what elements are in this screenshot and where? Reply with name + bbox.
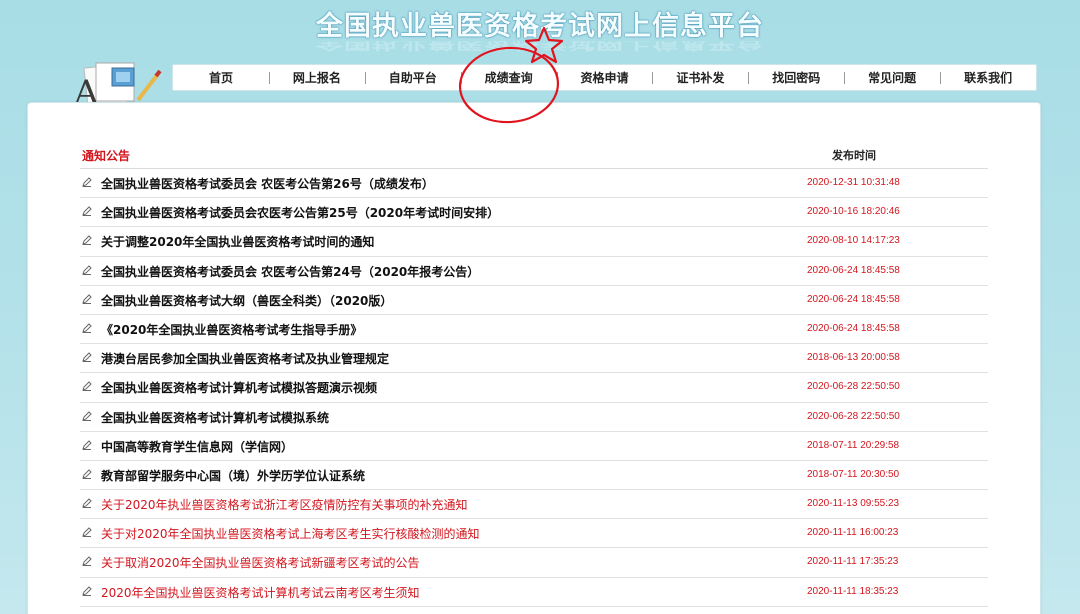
notice-title[interactable]: 中国高等教育学生信息网（学信网） xyxy=(101,438,293,455)
notice-list: 全国执业兽医资格考试委员会 农医考公告第26号（成绩发布） 2020-12-31… xyxy=(80,169,988,607)
notice-date: 2020-11-11 18:35:23 xyxy=(807,585,899,597)
nav-home[interactable]: 首页 xyxy=(173,65,269,90)
notice-title[interactable]: 全国执业兽医资格考试计算机考试模拟答题演示视频 xyxy=(101,379,377,396)
pencil-icon xyxy=(82,206,92,217)
notice-row[interactable]: 教育部留学服务中心国（境）外学历学位认证系统 2018-07-11 20:30:… xyxy=(80,461,988,491)
nav-score-query[interactable]: 成绩查询 xyxy=(460,65,557,90)
notice-row[interactable]: 中国高等教育学生信息网（学信网） 2018-07-11 20:29:58 xyxy=(80,432,988,461)
notice-date: 2020-06-24 18:45:58 xyxy=(807,322,900,334)
notice-row[interactable]: 《2020年全国执业兽医资格考试考生指导手册》 2020-06-24 18:45… xyxy=(80,315,988,345)
nav-self-service[interactable]: 自助平台 xyxy=(364,65,461,90)
notice-title[interactable]: 全国执业兽医资格考试计算机考试模拟系统 xyxy=(101,409,329,426)
notice-row[interactable]: 港澳台居民参加全国执业兽医资格考试及执业管理规定 2018-06-13 20:0… xyxy=(80,344,988,374)
notice-heading: 通知公告 xyxy=(82,149,131,163)
pencil-icon xyxy=(82,527,92,538)
notice-title[interactable]: 《2020年全国执业兽医资格考试考生指导手册》 xyxy=(101,321,362,338)
pencil-icon xyxy=(82,294,92,304)
notice-title[interactable]: 全国执业兽医资格考试委员会 农医考公告第24号（2020年报考公告） xyxy=(101,263,479,280)
notice-title[interactable]: 全国执业兽医资格考试大纲（兽医全科类）（2020版） xyxy=(101,292,392,309)
pencil-icon xyxy=(82,556,92,567)
notice-row[interactable]: 全国执业兽医资格考试委员会 农医考公告第26号（成绩发布） 2020-12-31… xyxy=(80,169,988,199)
notice-date: 2020-06-24 18:45:58 xyxy=(807,293,900,305)
pencil-icon xyxy=(82,381,92,392)
notice-title[interactable]: 关于调整2020年全国执业兽医资格考试时间的通知 xyxy=(101,233,374,250)
notice-table-header: 通知公告 发布时间 xyxy=(80,144,988,169)
pencil-icon xyxy=(82,469,92,479)
notice-row[interactable]: 关于对2020年全国执业兽医资格考试上海考区考生实行核酸检测的通知 2020-1… xyxy=(80,519,988,549)
notice-title[interactable]: 关于2020年执业兽医资格考试浙江考区疫情防控有关事项的补充通知 xyxy=(101,496,468,513)
pencil-icon xyxy=(82,439,92,450)
notice-title[interactable]: 全国执业兽医资格考试委员会农医考公告第25号（2020年考试时间安排） xyxy=(101,204,499,221)
notice-date: 2020-10-16 18:20:46 xyxy=(807,206,900,218)
notice-title[interactable]: 港澳台居民参加全国执业兽医资格考试及执业管理规定 xyxy=(101,350,389,367)
nav-retrieve-password[interactable]: 找回密码 xyxy=(748,65,844,90)
notice-title[interactable]: 关于对2020年全国执业兽医资格考试上海考区考生实行核酸检测的通知 xyxy=(101,525,480,542)
notice-date: 2020-11-11 17:35:23 xyxy=(807,556,899,568)
nav-contact[interactable]: 联系我们 xyxy=(940,65,1036,90)
document-letter-a-icon[interactable]: A xyxy=(68,60,168,108)
pencil-icon xyxy=(82,410,92,421)
pencil-icon xyxy=(82,323,92,333)
notice-date: 2020-11-13 09:55:23 xyxy=(807,498,900,510)
pencil-icon xyxy=(82,498,92,509)
header: 全国执业兽医资格考试网上信息平台 全国执业兽医资格考试网上信息平台 A 首页 网… xyxy=(0,0,1080,110)
nav-qualification-apply[interactable]: 资格申请 xyxy=(556,65,653,90)
notice-title[interactable]: 教育部留学服务中心国（境）外学历学位认证系统 xyxy=(101,467,365,484)
pencil-icon xyxy=(82,235,92,246)
notice-row[interactable]: 关于取消2020年全国执业兽医资格考试新疆考区考试的公告 2020-11-11 … xyxy=(80,548,988,578)
notice-date: 2020-06-28 22:50:50 xyxy=(807,410,900,422)
notice-row[interactable]: 全国执业兽医资格考试计算机考试模拟答题演示视频 2020-06-28 22:50… xyxy=(80,373,988,403)
notice-title[interactable]: 2020年全国执业兽医资格考试计算机考试云南考区考生须知 xyxy=(101,584,420,601)
nav-online-registration[interactable]: 网上报名 xyxy=(268,65,365,90)
notice-date: 2018-07-11 20:29:58 xyxy=(807,439,900,451)
notice-date: 2018-06-13 20:00:58 xyxy=(807,352,900,364)
date-heading: 发布时间 xyxy=(832,149,876,162)
site-title-reflection: 全国执业兽医资格考试网上信息平台 xyxy=(316,41,764,52)
site-title: 全国执业兽医资格考试网上信息平台 xyxy=(316,11,764,42)
nav-certificate-reissue[interactable]: 证书补发 xyxy=(652,65,748,90)
pencil-icon xyxy=(82,177,92,187)
main-nav: 首页 网上报名 自助平台 成绩查询 资格申请 证书补发 找回密码 常见问题 联系… xyxy=(172,64,1037,91)
notice-title[interactable]: 关于取消2020年全国执业兽医资格考试新疆考区考试的公告 xyxy=(101,554,420,571)
notice-date: 2020-06-24 18:45:58 xyxy=(807,264,900,276)
notice-date: 2020-11-11 16:00:23 xyxy=(807,527,899,539)
notice-date: 2018-07-11 20:30:50 xyxy=(807,468,900,480)
notice-date: 2020-08-10 14:17:23 xyxy=(807,235,900,247)
pencil-icon xyxy=(82,264,92,275)
notice-row[interactable]: 全国执业兽医资格考试计算机考试模拟系统 2020-06-28 22:50:50 xyxy=(80,403,988,432)
notice-row[interactable]: 全国执业兽医资格考试委员会农医考公告第25号（2020年考试时间安排） 2020… xyxy=(80,198,988,228)
notice-row[interactable]: 2020年全国执业兽医资格考试计算机考试云南考区考生须知 2020-11-11 … xyxy=(80,578,988,607)
notice-title[interactable]: 全国执业兽医资格考试委员会 农医考公告第26号（成绩发布） xyxy=(101,175,434,192)
notice-date: 2020-12-31 10:31:48 xyxy=(807,177,900,188)
notice-row[interactable]: 全国执业兽医资格考试委员会 农医考公告第24号（2020年报考公告） 2020-… xyxy=(80,257,988,286)
notice-row[interactable]: 关于2020年执业兽医资格考试浙江考区疫情防控有关事项的补充通知 2020-11… xyxy=(80,490,988,520)
pencil-icon xyxy=(82,352,92,363)
notice-date: 2020-06-28 22:50:50 xyxy=(807,381,900,393)
notice-row[interactable]: 关于调整2020年全国执业兽医资格考试时间的通知 2020-08-10 14:1… xyxy=(80,227,988,257)
pencil-icon xyxy=(82,585,92,596)
nav-faq[interactable]: 常见问题 xyxy=(844,65,940,90)
notice-row[interactable]: 全国执业兽医资格考试大纲（兽医全科类）（2020版） 2020-06-24 18… xyxy=(80,286,988,315)
